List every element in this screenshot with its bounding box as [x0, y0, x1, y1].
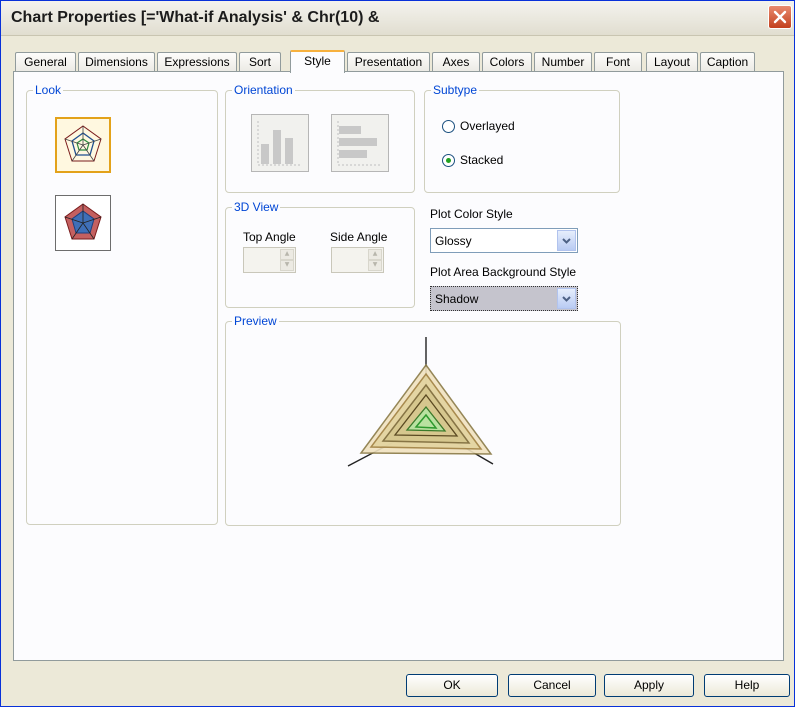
help-button[interactable]: Help: [704, 674, 790, 697]
plot-area-background-label: Plot Area Background Style: [430, 265, 577, 279]
chart-properties-dialog: Chart Properties [='What-if Analysis' & …: [0, 0, 795, 707]
tab-colors[interactable]: Colors: [482, 52, 532, 71]
tab-style[interactable]: Style: [290, 50, 345, 73]
apply-button[interactable]: Apply: [604, 674, 694, 697]
spin-down-icon[interactable]: ▼: [280, 260, 294, 271]
spin-down-icon[interactable]: ▼: [368, 260, 382, 271]
spin-up-icon[interactable]: ▲: [280, 249, 294, 260]
look-option-radar-filled[interactable]: [55, 195, 111, 251]
subtype-group: Subtype: [424, 83, 620, 193]
overlayed-label: Overlayed: [460, 119, 515, 133]
subtype-overlayed-option[interactable]: Overlayed: [442, 119, 515, 133]
tab-font[interactable]: Font: [594, 52, 642, 71]
horizontal-bars-icon: [337, 121, 382, 166]
radar-line-icon: [64, 125, 102, 162]
tab-expressions[interactable]: Expressions: [157, 52, 237, 71]
subtype-stacked-option[interactable]: Stacked: [442, 153, 503, 167]
window-title: Chart Properties [='What-if Analysis' & …: [11, 9, 380, 26]
tab-caption[interactable]: Caption: [700, 52, 755, 71]
overlayed-radio[interactable]: [442, 119, 455, 133]
tab-sort[interactable]: Sort: [239, 52, 281, 71]
tab-axes[interactable]: Axes: [432, 52, 480, 71]
side-angle-label: Side Angle: [330, 230, 388, 244]
close-button[interactable]: [768, 5, 792, 29]
plot-color-style-value: Glossy: [435, 234, 472, 248]
top-angle-spinner[interactable]: ▲ ▼: [243, 247, 296, 273]
plot-area-background-value: Shadow: [435, 292, 479, 306]
ok-button[interactable]: OK: [406, 674, 498, 697]
orientation-legend: Orientation: [234, 83, 293, 97]
plot-area-background-select[interactable]: Shadow: [430, 286, 578, 311]
radar-filled-icon: [64, 203, 102, 240]
close-icon: [773, 10, 787, 24]
tab-general[interactable]: General: [15, 52, 76, 71]
preview-legend: Preview: [234, 314, 277, 328]
tab-number[interactable]: Number: [534, 52, 592, 71]
orientation-horizontal-option[interactable]: [331, 114, 389, 172]
dropdown-arrow[interactable]: [557, 288, 576, 309]
look-legend: Look: [35, 83, 62, 97]
vertical-bars-icon: [257, 121, 302, 166]
tab-dimensions[interactable]: Dimensions: [78, 52, 155, 71]
radar-preview-image: [347, 337, 494, 467]
dropdown-arrow[interactable]: [557, 230, 576, 251]
cancel-button[interactable]: Cancel: [508, 674, 596, 697]
orientation-vertical-option[interactable]: [251, 114, 309, 172]
top-angle-label: Top Angle: [243, 230, 296, 244]
title-bar[interactable]: Chart Properties [='What-if Analysis' & …: [1, 1, 794, 36]
chevron-down-icon: [562, 237, 571, 244]
subtype-legend: Subtype: [433, 83, 478, 97]
stacked-radio[interactable]: [442, 153, 455, 167]
chevron-down-icon: [562, 295, 571, 302]
tab-presentation[interactable]: Presentation: [347, 52, 430, 71]
stacked-label: Stacked: [460, 153, 504, 167]
look-option-radar-line[interactable]: [55, 117, 111, 173]
3d-view-legend: 3D View: [234, 200, 279, 214]
tab-layout[interactable]: Layout: [646, 52, 698, 71]
plot-color-style-select[interactable]: Glossy: [430, 228, 578, 253]
side-angle-spinner[interactable]: ▲ ▼: [331, 247, 384, 273]
plot-color-style-label: Plot Color Style: [430, 207, 513, 221]
spin-up-icon[interactable]: ▲: [368, 249, 382, 260]
